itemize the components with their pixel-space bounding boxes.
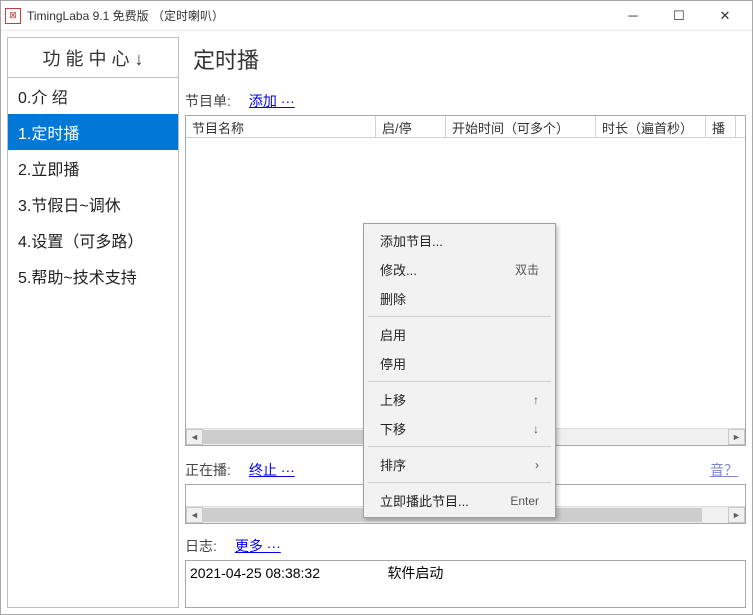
program-list-row: 节目单: 添加 ··· (185, 89, 746, 115)
voice-hint-link[interactable]: 音？ (710, 460, 738, 480)
menu-item-label: 修改... (380, 260, 417, 279)
menu-separator (368, 316, 551, 317)
menu-item-10[interactable]: 排序 › (366, 450, 553, 479)
table-header: 节目名称启/停开始时间（可多个）时长（遍首秒）播 (186, 116, 745, 138)
context-menu: 添加节目... 修改... 双击删除启用停用上移 ↑ 下移 ↓ 排序 › 立即播此节目... En… (363, 223, 556, 518)
sidebar-item-1[interactable]: 1.定时播 (8, 114, 178, 150)
menu-item-8[interactable]: 下移 ↓ (366, 414, 553, 443)
column-header-1[interactable]: 启/停 (376, 116, 446, 137)
sidebar-header: 功 能 中 心 ↓ (8, 38, 178, 78)
menu-item-label: 停用 (380, 354, 406, 373)
menu-item-label: 立即播此节目... (380, 491, 469, 510)
log-timestamp: 2021-04-25 08:38:32 (190, 565, 320, 581)
log-message: 软件启动 (387, 565, 443, 581)
menu-item-1[interactable]: 修改... 双击 (366, 255, 553, 284)
menu-item-shortcut: 双击 (515, 261, 539, 278)
program-list-label: 节目单: (185, 91, 231, 111)
app-window: ⊠ TimingLaba 9.1 免费版 （定时喇叭） ─ ☐ ✕ 功 能 中 … (0, 0, 753, 615)
minimize-button[interactable]: ─ (610, 2, 656, 30)
menu-separator (368, 482, 551, 483)
menu-item-shortcut: ↓ (533, 422, 539, 436)
menu-item-shortcut: Enter (510, 494, 539, 508)
titlebar: ⊠ TimingLaba 9.1 免费版 （定时喇叭） ─ ☐ ✕ (1, 1, 752, 31)
scroll-left-button[interactable]: ◄ (186, 429, 203, 445)
stop-link[interactable]: 终止 ··· (249, 460, 295, 480)
window-controls: ─ ☐ ✕ (610, 2, 748, 30)
menu-item-label: 下移 (380, 419, 406, 438)
app-icon: ⊠ (5, 8, 21, 24)
more-log-link[interactable]: 更多 ··· (235, 536, 281, 556)
scroll-left-button[interactable]: ◄ (186, 507, 203, 523)
menu-item-shortcut: ↑ (533, 393, 539, 407)
log-box: 2021-04-25 08:38:32 软件启动 (185, 560, 746, 608)
menu-item-4[interactable]: 启用 (366, 320, 553, 349)
menu-separator (368, 381, 551, 382)
scroll-right-button[interactable]: ► (728, 507, 745, 523)
menu-item-5[interactable]: 停用 (366, 349, 553, 378)
log-label: 日志: (185, 536, 217, 556)
now-playing-label: 正在播: (185, 460, 231, 480)
column-header-4[interactable]: 播 (706, 116, 736, 137)
sidebar-item-3[interactable]: 3.节假日~调休 (8, 186, 178, 222)
close-button[interactable]: ✕ (702, 2, 748, 30)
menu-item-7[interactable]: 上移 ↑ (366, 385, 553, 414)
menu-item-label: 排序 (380, 455, 406, 474)
menu-separator (368, 446, 551, 447)
scroll-right-button[interactable]: ► (728, 429, 745, 445)
menu-item-12[interactable]: 立即播此节目... Enter (366, 486, 553, 515)
log-row: 日志: 更多 ··· (185, 534, 746, 560)
menu-item-label: 上移 (380, 390, 406, 409)
page-title: 定时播 (185, 37, 746, 89)
sidebar-item-0[interactable]: 0.介 绍 (8, 78, 178, 114)
sidebar-item-4[interactable]: 4.设置（可多路） (8, 222, 178, 258)
sidebar-item-5[interactable]: 5.帮助~技术支持 (8, 258, 178, 294)
menu-item-label: 删除 (380, 289, 406, 308)
menu-item-label: 添加节目... (380, 231, 443, 250)
add-program-link[interactable]: 添加 ··· (249, 91, 295, 111)
menu-item-label: 启用 (380, 325, 406, 344)
menu-item-2[interactable]: 删除 (366, 284, 553, 313)
column-header-0[interactable]: 节目名称 (186, 116, 376, 137)
column-header-2[interactable]: 开始时间（可多个） (446, 116, 596, 137)
maximize-button[interactable]: ☐ (656, 2, 702, 30)
menu-item-0[interactable]: 添加节目... (366, 226, 553, 255)
window-title: TimingLaba 9.1 免费版 （定时喇叭） (27, 7, 610, 24)
sidebar-item-2[interactable]: 2.立即播 (8, 150, 178, 186)
menu-item-shortcut: › (535, 458, 539, 472)
column-header-3[interactable]: 时长（遍首秒） (596, 116, 706, 137)
sidebar: 功 能 中 心 ↓ 0.介 绍1.定时播2.立即播3.节假日~调休4.设置（可多… (7, 37, 179, 608)
